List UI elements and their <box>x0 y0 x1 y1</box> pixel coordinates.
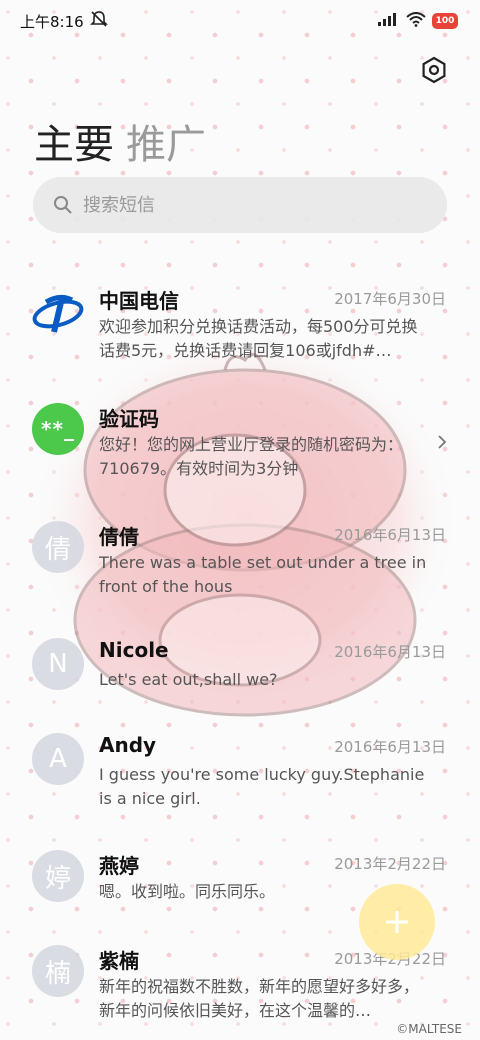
search-icon <box>54 196 72 214</box>
message-preview: There was a table set out under a tree i… <box>99 553 427 596</box>
conversation-item[interactable]: **_ 验证码 您好！您的网上营业厅登录的随机密码为：710679。有效时间为3… <box>0 403 480 513</box>
avatar: A <box>32 733 84 785</box>
avatar: N <box>32 638 84 690</box>
contact-name: 燕婷 <box>99 854 139 878</box>
contact-name: 中国电信 <box>99 289 179 313</box>
message-preview: 您好！您的网上营业厅登录的随机密码为：710679。有效时间为3分钟 <box>99 435 404 478</box>
message-preview: 新年的祝福数不胜数，新年的愿望好多好多，新年的问候依旧美好，在这个温馨的… <box>99 977 420 1020</box>
contact-name: 紫楠 <box>99 949 139 973</box>
signal-icon <box>378 12 400 30</box>
plus-icon <box>386 911 408 933</box>
conversation-item[interactable]: 倩 倩倩 2016年6月13日 There was a table set ou… <box>0 521 480 631</box>
message-date: 2016年6月13日 <box>334 526 446 544</box>
clock: 上午8:16 <box>20 12 84 31</box>
conversation-item[interactable]: N Nicole 2016年6月13日 Let's eat out,shall … <box>0 638 480 748</box>
battery-icon: 100 <box>432 13 458 29</box>
contact-name: Nicole <box>99 638 169 662</box>
settings-hexagon-icon <box>422 56 446 84</box>
new-message-button[interactable] <box>359 884 435 960</box>
contact-name: Andy <box>99 733 157 757</box>
china-telecom-logo-icon <box>32 288 84 340</box>
contact-name: 验证码 <box>99 407 159 431</box>
search-bar[interactable] <box>33 177 447 233</box>
avatar: 倩 <box>32 521 84 573</box>
status-bar: 上午8:16 100 <box>0 0 480 42</box>
message-date: 2016年6月13日 <box>334 738 446 756</box>
message-date: 2016年6月13日 <box>334 643 446 661</box>
tab-primary[interactable]: 主要 <box>34 112 114 170</box>
message-preview: Let's eat out,shall we? <box>99 670 278 689</box>
conversation-item[interactable]: 中国电信 2017年6月30日 欢迎参加积分兑换话费活动，每500分可兑换话费5… <box>0 285 480 395</box>
message-preview: 欢迎参加积分兑换话费活动，每500分可兑换话费5元，兑换话费请回复106或jfd… <box>99 317 418 360</box>
contact-name: 倩倩 <box>99 525 139 549</box>
tab-bar: 主要 推广 <box>34 112 206 170</box>
message-date: 2013年2月22日 <box>334 855 446 873</box>
message-date: 2017年6月30日 <box>334 290 446 308</box>
search-input[interactable] <box>83 194 383 216</box>
settings-button[interactable] <box>416 52 452 88</box>
avatar: 楠 <box>32 945 84 997</box>
conversation-item[interactable]: A Andy 2016年6月13日 I guess you're some lu… <box>0 733 480 843</box>
mute-bell-icon <box>89 10 108 32</box>
watermark: ©MALTESE <box>396 1022 462 1036</box>
avatar: **_ <box>32 403 84 455</box>
avatar: 婷 <box>32 850 84 902</box>
message-preview: I guess you're some lucky guy.Stephanie … <box>99 765 425 808</box>
tab-promotions[interactable]: 推广 <box>126 112 206 170</box>
wifi-icon <box>406 11 426 31</box>
chevron-right-icon[interactable] <box>436 433 448 455</box>
